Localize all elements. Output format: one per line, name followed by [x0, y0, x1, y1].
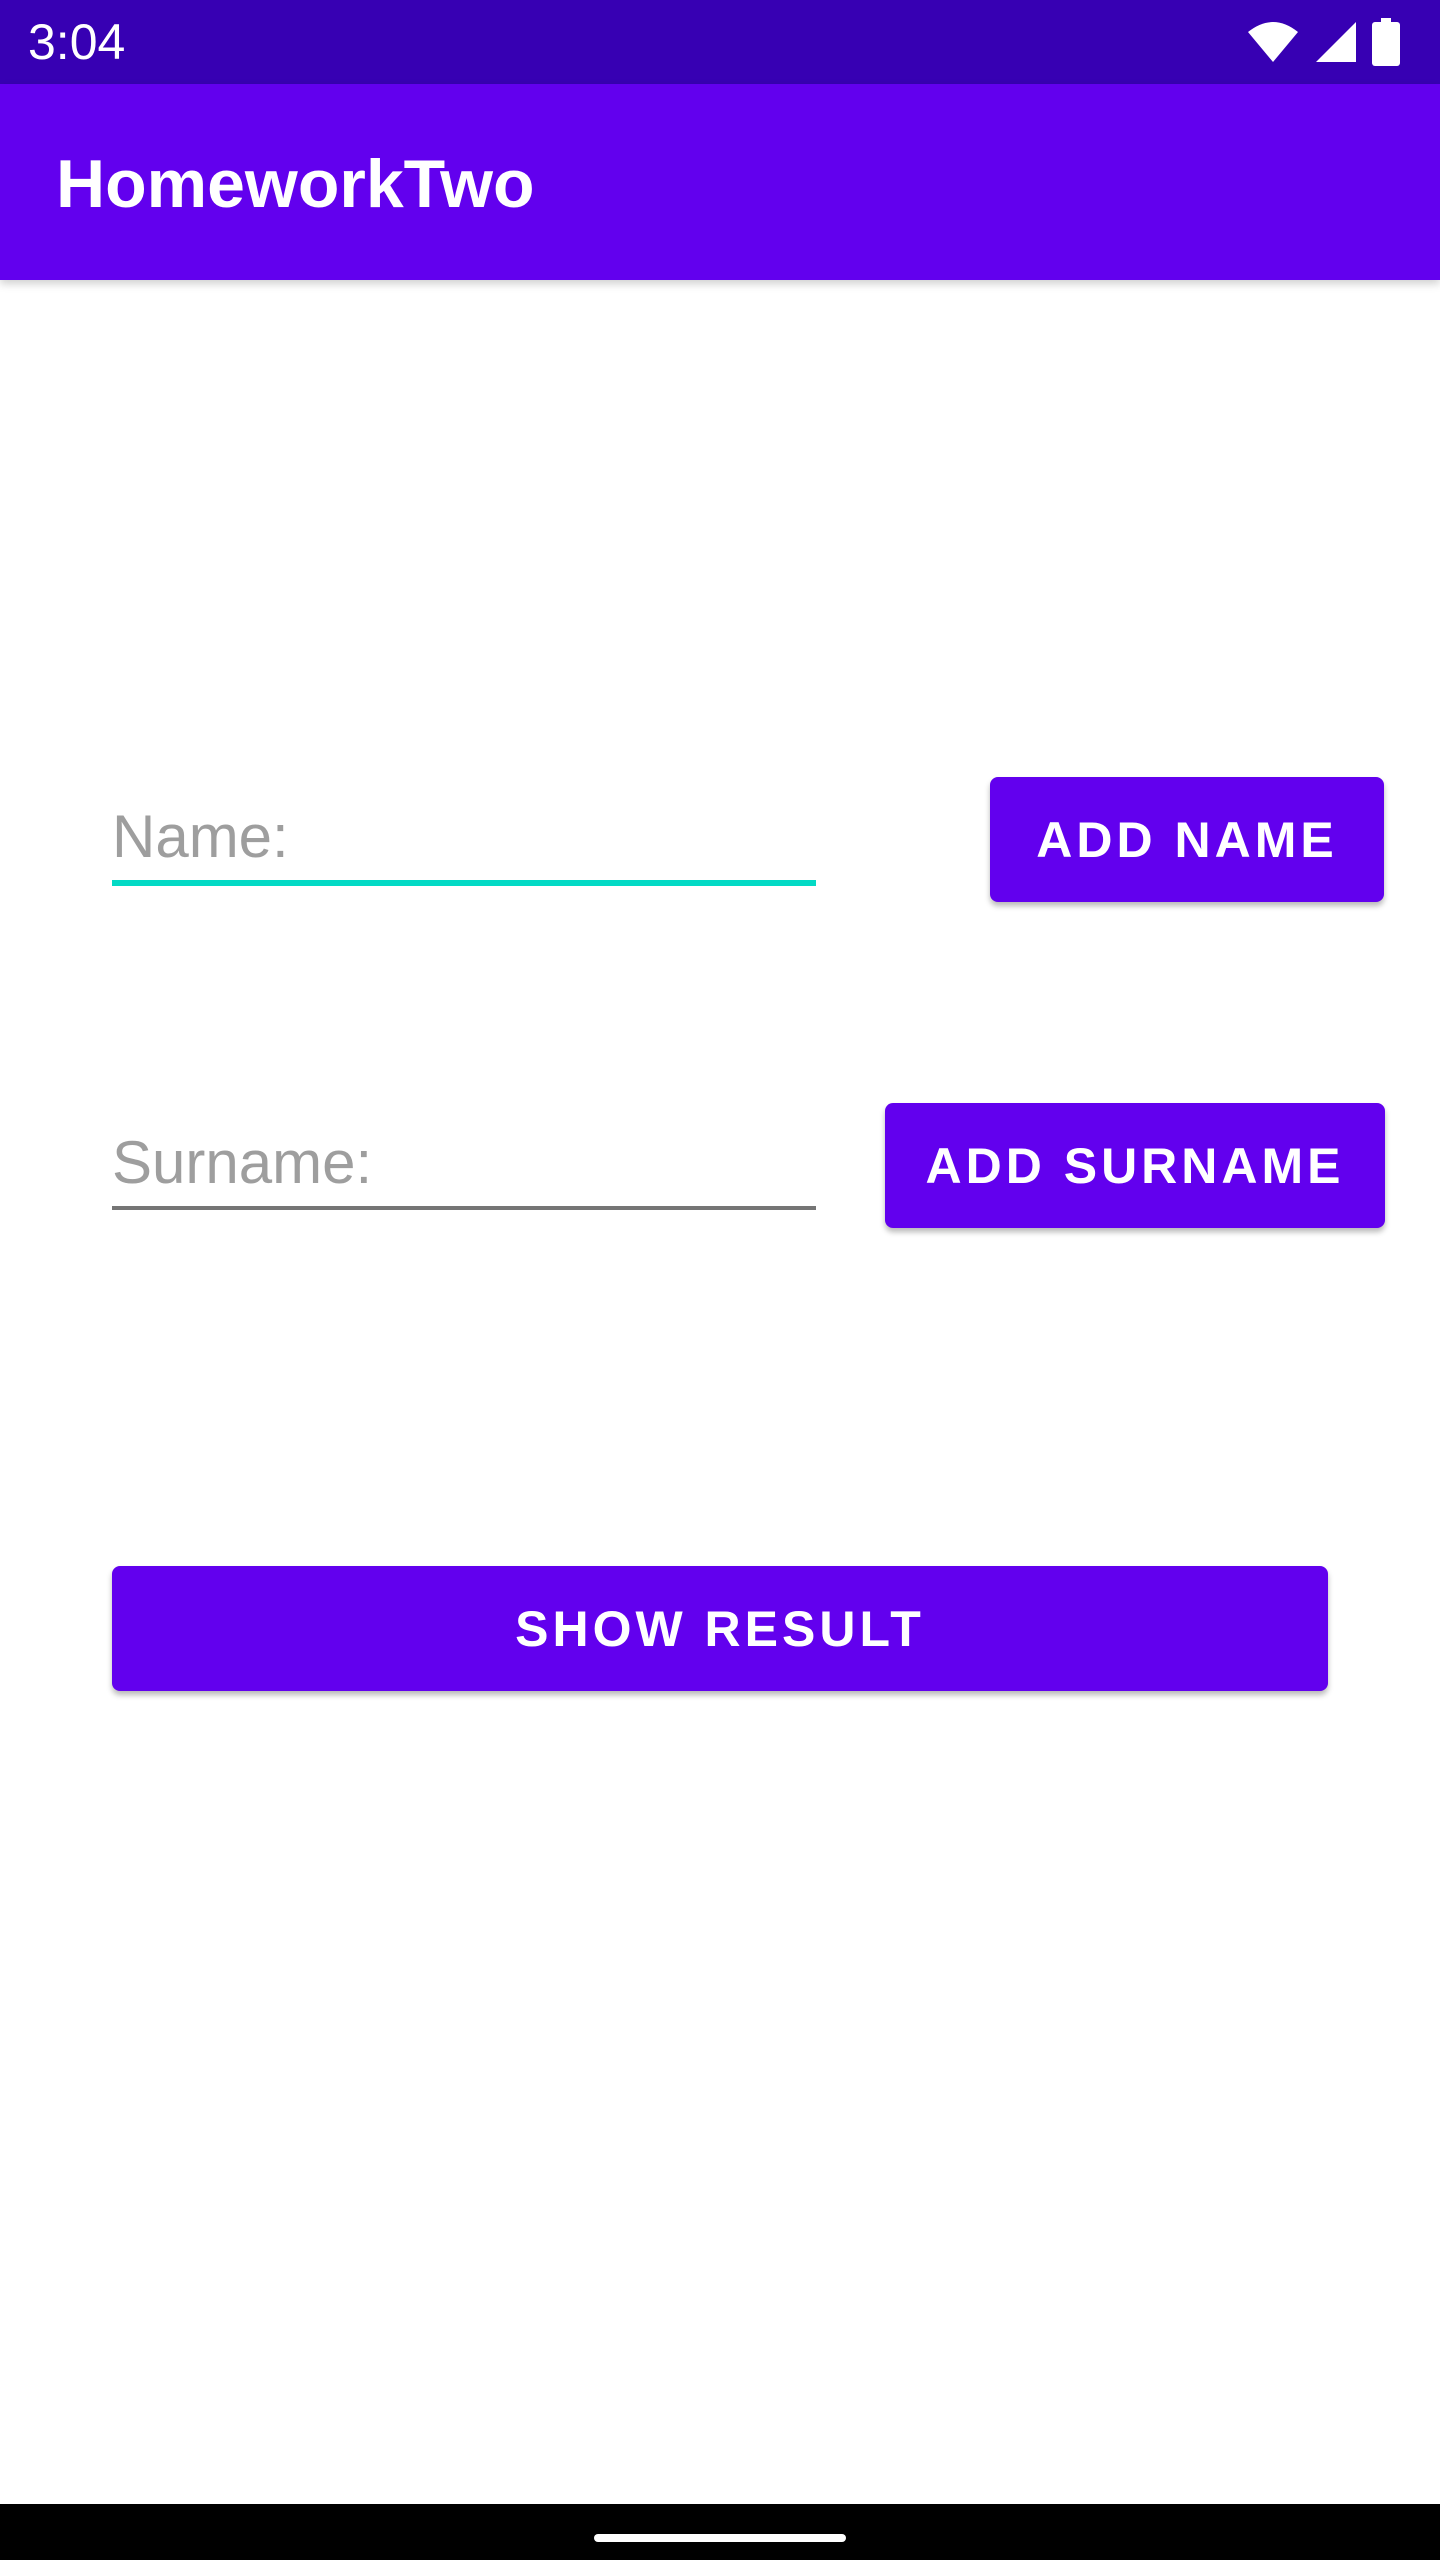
name-input[interactable]: [112, 792, 816, 880]
status-icons: [1246, 18, 1400, 66]
wifi-icon: [1246, 20, 1300, 64]
name-input-underline: [112, 880, 816, 886]
status-bar: 3:04: [0, 0, 1440, 84]
app-bar: HomeworkTwo: [0, 84, 1440, 280]
surname-input[interactable]: [112, 1118, 816, 1206]
name-field[interactable]: [112, 792, 816, 886]
battery-icon: [1372, 18, 1400, 66]
add-name-button[interactable]: ADD NAME: [990, 777, 1384, 902]
app-title: HomeworkTwo: [56, 146, 535, 222]
app-screen: 3:04 HomeworkTwo Name: ADD NAME Surname:…: [0, 0, 1440, 2560]
add-surname-button[interactable]: ADD SURNAME: [885, 1103, 1385, 1228]
home-gesture-handle[interactable]: [594, 2534, 846, 2542]
status-time: 3:04: [28, 14, 126, 70]
navigation-bar: [0, 2504, 1440, 2560]
cellular-signal-icon: [1314, 20, 1358, 64]
surname-field[interactable]: [112, 1118, 816, 1210]
show-result-button[interactable]: SHOW RESULT: [112, 1566, 1328, 1691]
surname-input-underline: [112, 1206, 816, 1210]
